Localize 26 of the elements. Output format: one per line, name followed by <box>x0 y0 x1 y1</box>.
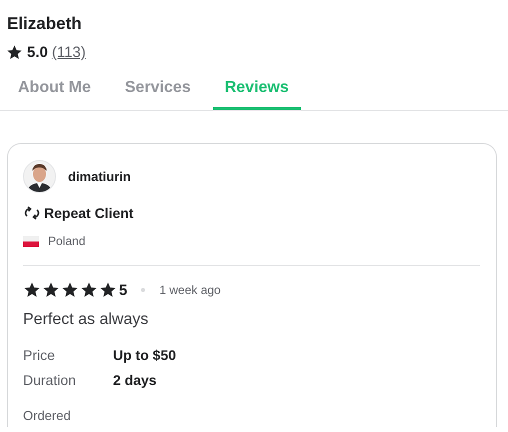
ordered-label: Ordered <box>23 408 72 423</box>
detail-value: Up to $50 <box>113 347 178 363</box>
reviewer-name[interactable]: dimatiurin <box>68 169 131 184</box>
star-icon <box>23 281 41 299</box>
profile-name: Elizabeth <box>6 14 83 34</box>
repeat-client-label: Repeat Client <box>44 205 134 221</box>
tab[interactable]: About Me <box>6 69 103 110</box>
rating-score: 5.0 <box>27 44 48 61</box>
star-icon <box>61 281 79 299</box>
star-icon <box>99 281 117 299</box>
star-icon <box>80 281 98 299</box>
tab[interactable]: Services <box>112 69 203 110</box>
country-name: Poland <box>48 234 86 248</box>
flag-icon <box>23 236 39 246</box>
tab[interactable]: Reviews <box>212 69 301 110</box>
detail-label: Price <box>23 347 56 363</box>
star-icon <box>6 44 23 61</box>
separator-dot <box>141 288 146 292</box>
detail-value: 2 days <box>113 372 158 388</box>
repeat-icon <box>23 206 41 220</box>
star-icon <box>42 281 60 299</box>
detail-label: Duration <box>23 372 77 388</box>
review-count-link[interactable]: (113) <box>52 44 86 61</box>
review-score: 5 <box>119 282 128 298</box>
review-time: 1 week ago <box>159 283 221 297</box>
review-text: Perfect as always <box>23 311 150 329</box>
